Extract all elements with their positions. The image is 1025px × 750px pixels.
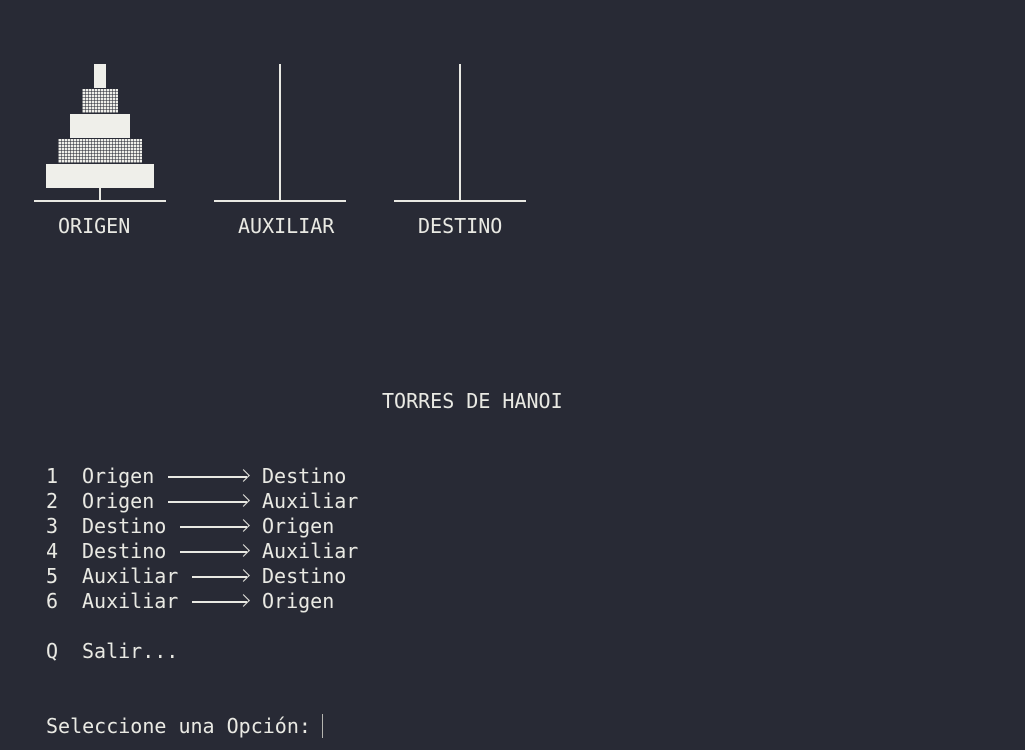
menu-key: 5 (46, 564, 59, 588)
arrow-icon (192, 576, 247, 578)
arrow-icon (168, 476, 247, 478)
text-cursor (322, 714, 323, 738)
menu-to: Auxiliar (262, 489, 359, 513)
tower-dest-base (394, 200, 526, 202)
option-input[interactable] (322, 714, 342, 739)
tower-aux-base (214, 200, 346, 202)
arrow-icon (168, 501, 247, 503)
menu-key: 1 (46, 464, 59, 488)
tower-dest-label: DESTINO (418, 214, 503, 238)
menu-item-quit[interactable]: Q Salir... (46, 639, 206, 664)
menu-key: 3 (46, 514, 59, 538)
menu-key: 2 (46, 489, 59, 513)
menu-from: Destino (82, 539, 167, 563)
tower-origin-label: ORIGEN (58, 214, 131, 238)
menu-item-4[interactable]: 4 Destino Auxiliar (46, 539, 366, 564)
menu-to: Destino (262, 564, 347, 588)
page-title: TORRES DE HANOI (382, 389, 563, 413)
disk-4 (58, 139, 142, 163)
tower-aux-label: AUXILIAR (238, 214, 335, 238)
arrow-icon (192, 601, 247, 603)
menu-quit-label: Salir... (82, 639, 179, 663)
menu-from: Auxiliar (82, 589, 179, 613)
disk-5 (46, 164, 154, 188)
menu-to: Auxiliar (262, 539, 359, 563)
menu-from: Auxiliar (82, 564, 179, 588)
menu-item-1[interactable]: 1 Origen Destino (46, 464, 366, 489)
disk-1 (94, 64, 106, 88)
tower-aux-pole (279, 64, 281, 201)
option-prompt: Seleccione una Opción: (46, 714, 311, 738)
menu-item-3[interactable]: 3 Destino Origen (46, 514, 366, 539)
arrow-icon (180, 551, 247, 553)
menu-item-5[interactable]: 5 Auxiliar Destino (46, 564, 366, 589)
menu-key: 6 (46, 589, 59, 613)
menu-item-6[interactable]: 6 Auxiliar Origen (46, 589, 366, 614)
tower-origin-base (34, 200, 166, 202)
menu-to: Origen (262, 514, 335, 538)
menu-key: 4 (46, 539, 59, 563)
disk-2 (82, 89, 118, 113)
arrow-icon (180, 526, 247, 528)
tower-dest-pole (459, 64, 461, 201)
menu-item-2[interactable]: 2 Origen Auxiliar (46, 489, 366, 514)
menu-from: Origen (82, 489, 155, 513)
menu-from: Origen (82, 464, 155, 488)
menu-key: Q (46, 639, 59, 663)
menu-to: Origen (262, 589, 335, 613)
disk-3 (70, 114, 130, 138)
menu-from: Destino (82, 514, 167, 538)
menu-to: Destino (262, 464, 347, 488)
